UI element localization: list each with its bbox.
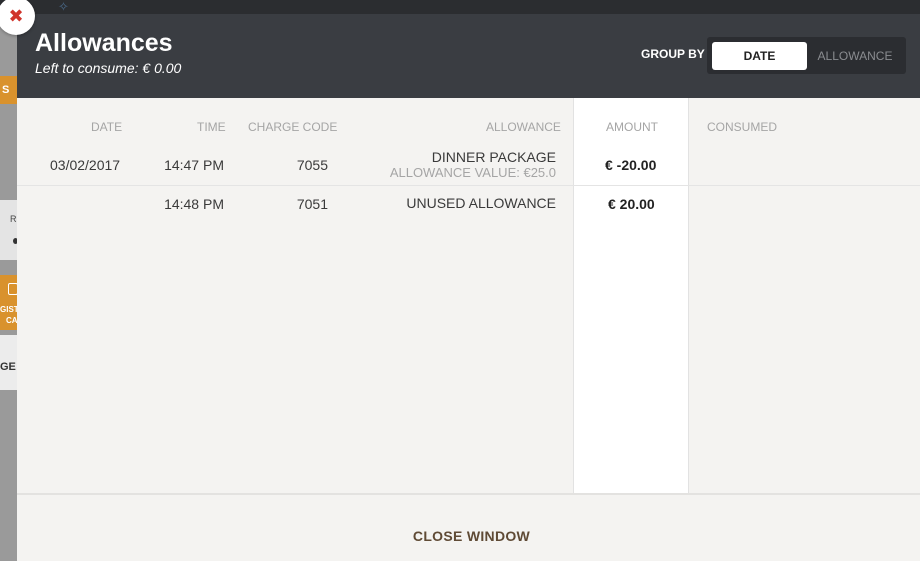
footer-divider [17,493,920,495]
close-window-button[interactable]: CLOSE WINDOW [17,528,920,544]
background-topbar: ✧ [0,0,920,14]
header-date: DATE [91,120,123,134]
group-by-allowance-option[interactable]: ALLOWANCE [808,42,902,70]
left-to-consume: Left to consume: € 0.00 [35,60,182,76]
background-field: R [0,200,18,260]
header-amount: AMOUNT [606,120,658,134]
register-icon [8,283,17,295]
background-field-label: R [10,214,17,224]
modal-header: Allowances Left to consume: € 0.00 GROUP… [17,14,920,98]
row-time: 14:48 PM [164,196,224,212]
background-button-text-1: GIST [0,305,17,314]
header-charge-code: CHARGE CODE [248,120,338,134]
pin-icon: ✧ [58,0,69,14]
row-allowance: DINNER PACKAGE [431,149,556,165]
row-charge-code: 7055 [296,157,328,173]
background-register-button: GIST CA [0,275,17,330]
background-label-strip: GE C [0,335,27,390]
group-by-toggle: DATE ALLOWANCE [707,37,906,74]
background-tab: S [0,76,17,104]
header-consumed: CONSUMED [707,120,778,134]
row-time: 14:47 PM [164,157,224,173]
close-icon: ✖ [8,5,24,26]
row-amount: € -20.00 [605,157,657,173]
header-time: TIME [197,120,226,134]
row-allowance-value: ALLOWANCE VALUE: €25.0 [389,165,556,180]
group-by-date-option[interactable]: DATE [712,42,807,70]
header-allowance: ALLOWANCE [486,120,561,134]
row-divider [17,185,920,186]
background-button-text-2: CA [6,316,17,325]
group-by-label: GROUP BY [641,47,705,61]
row-charge-code: 7051 [296,196,328,212]
row-allowance: UNUSED ALLOWANCE [406,195,556,211]
row-amount: € 20.00 [608,196,655,212]
row-date: 03/02/2017 [50,157,121,173]
modal-title: Allowances [35,29,173,57]
allowances-modal: Allowances Left to consume: € 0.00 GROUP… [17,14,920,561]
